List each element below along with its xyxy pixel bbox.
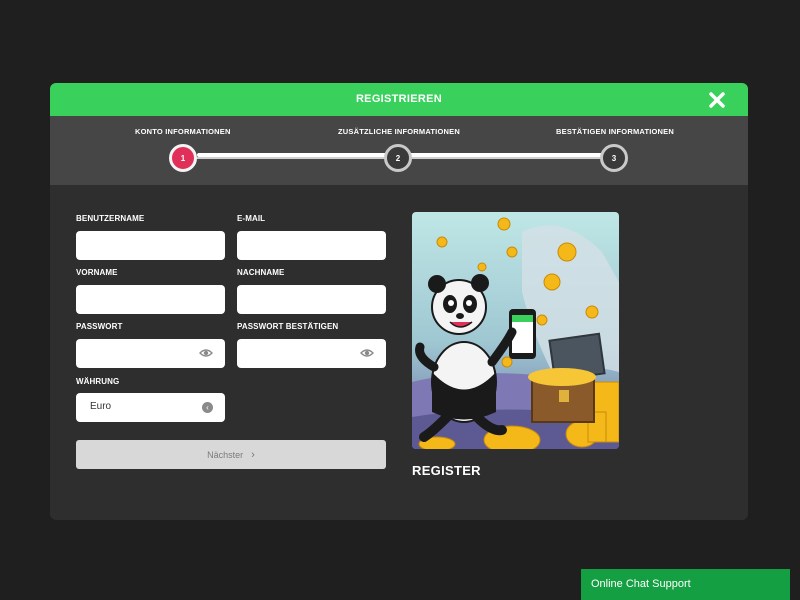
email-field[interactable] bbox=[237, 231, 386, 260]
lastname-input[interactable] bbox=[237, 285, 386, 314]
modal-title: REGISTRIEREN bbox=[355, 93, 443, 105]
step-3-circle[interactable]: 3 bbox=[600, 144, 628, 172]
online-chat-support-button[interactable]: Online Chat Support bbox=[581, 569, 790, 600]
promo-panda-illustration bbox=[412, 212, 619, 449]
eye-icon[interactable] bbox=[199, 348, 213, 358]
step-1-circle[interactable]: 1 bbox=[169, 144, 197, 172]
lastname-label: NACHNAME bbox=[237, 268, 285, 277]
email-input[interactable] bbox=[237, 231, 386, 260]
currency-label: WÄHRUNG bbox=[76, 377, 120, 386]
step-2-circle[interactable]: 2 bbox=[384, 144, 412, 172]
lastname-field[interactable] bbox=[237, 285, 386, 314]
username-field[interactable] bbox=[76, 231, 225, 260]
currency-select[interactable]: Euro ‹ bbox=[76, 393, 225, 422]
chevron-left-icon: ‹ bbox=[202, 402, 213, 413]
firstname-field[interactable] bbox=[76, 285, 225, 314]
password-field[interactable] bbox=[76, 339, 225, 368]
next-button[interactable]: Nächster › bbox=[76, 440, 386, 469]
step-label-2: ZUSÄTZLICHE INFORMATIONEN bbox=[338, 127, 460, 136]
firstname-input[interactable] bbox=[76, 285, 225, 314]
firstname-label: VORNAME bbox=[76, 268, 118, 277]
step-label-3: BESTÄTIGEN INFORMATIONEN bbox=[556, 127, 674, 136]
close-icon[interactable] bbox=[706, 89, 728, 111]
username-label: BENUTZERNAME bbox=[76, 214, 145, 223]
promo-caption: REGISTER bbox=[412, 463, 481, 478]
username-input[interactable] bbox=[76, 231, 225, 260]
password-label: PASSWORT bbox=[76, 322, 123, 331]
step-label-1: KONTO INFORMATIONEN bbox=[135, 127, 231, 136]
chevron-right-icon: › bbox=[251, 448, 255, 461]
next-button-label: Nächster bbox=[207, 449, 244, 460]
currency-value: Euro bbox=[90, 401, 112, 412]
email-label: E-MAIL bbox=[237, 214, 266, 223]
password-confirm-label: PASSWORT BESTÄTIGEN bbox=[237, 322, 339, 331]
modal-header: REGISTRIEREN bbox=[50, 83, 748, 116]
eye-icon[interactable] bbox=[360, 348, 374, 358]
password-confirm-field[interactable] bbox=[237, 339, 386, 368]
